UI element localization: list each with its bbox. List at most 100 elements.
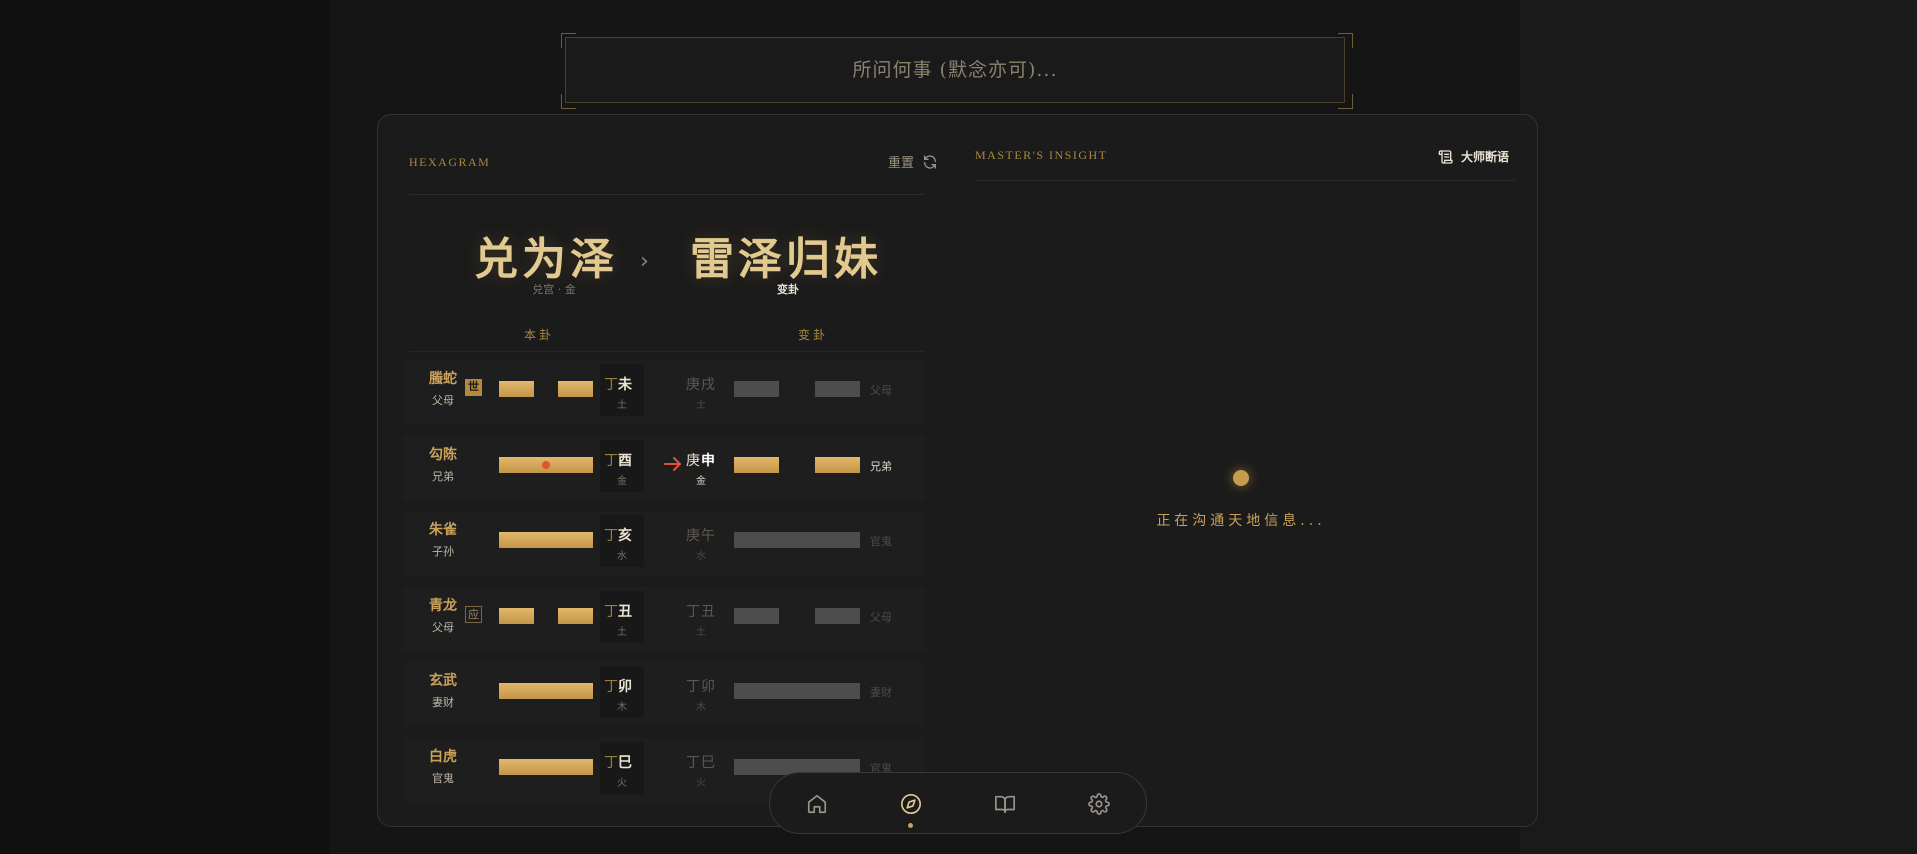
- changed-stem: 庚: [686, 452, 700, 469]
- five-element: 木: [617, 702, 627, 713]
- nav-settings[interactable]: [1085, 790, 1113, 818]
- nav-compass[interactable]: [897, 790, 925, 828]
- question-input[interactable]: [565, 37, 1345, 103]
- primary-yang-line: [499, 456, 593, 473]
- six-god-label: 青龙: [429, 597, 457, 614]
- home-icon: [807, 794, 827, 814]
- background-right: [1520, 0, 1917, 854]
- changed-element: 水: [696, 551, 706, 562]
- six-god-label: 朱雀: [429, 522, 457, 538]
- six-kin-label: 兄弟: [432, 469, 454, 483]
- heavenly-stem: 丁: [604, 754, 618, 771]
- six-kin-label: 子孙: [432, 545, 454, 558]
- insight-section-label: MASTER'S INSIGHT: [975, 148, 1108, 162]
- six-kin-label: 父母: [432, 620, 454, 634]
- changed-yang-line: [734, 683, 860, 699]
- changed-column-title: 变卦: [798, 328, 829, 342]
- changed-branch: 午: [701, 528, 715, 544]
- changed-kin-label: 妻财: [870, 686, 892, 699]
- changed-hexagram-label: 变卦: [777, 283, 799, 296]
- changed-yin-segment: [734, 607, 779, 624]
- ying-marker: 应: [465, 605, 482, 623]
- earthly-branch: 丑: [618, 603, 632, 620]
- heavenly-stem: 丁: [604, 603, 618, 620]
- arrow-right-icon: [663, 456, 683, 472]
- changed-kin-label: 父母: [870, 384, 892, 397]
- six-god-label: 玄武: [429, 673, 457, 689]
- hexagram-line-row: 勾陈 兄弟丁酉金庚申金兄弟: [404, 432, 924, 504]
- changed-yin-segment: [815, 456, 860, 473]
- changed-element: 木: [696, 702, 706, 713]
- najia-box: 丁丑土: [600, 590, 644, 643]
- heavenly-stem: 丁: [604, 679, 618, 695]
- changed-branch: 申: [701, 452, 715, 469]
- changed-yin-segment: [734, 381, 779, 397]
- hexagram-line-row: 螣蛇 父母世丁未土庚戌土父母: [404, 356, 924, 428]
- earthly-branch: 卯: [618, 679, 632, 695]
- primary-yang-line: [499, 758, 593, 775]
- changed-branch: 戌: [701, 377, 715, 393]
- primary-hexagram-palace: 兑宫 · 金: [532, 283, 576, 296]
- changed-kin-label: 官鬼: [870, 535, 892, 548]
- primary-yin-segment: [558, 381, 593, 397]
- six-god-label: 螣蛇: [429, 371, 457, 387]
- divider: [409, 194, 925, 195]
- reading-panel: HEXAGRAM 重置 兑为泽 兑宫 · 金 › 雷泽归妹 变卦 本卦 变卦 螣…: [377, 114, 1538, 827]
- six-god-label: 勾陈: [429, 446, 457, 463]
- loading-orb: [1233, 470, 1249, 486]
- book-icon: [995, 795, 1015, 814]
- scroll-icon: [1438, 149, 1453, 164]
- primary-column-title: 本卦: [524, 328, 555, 342]
- moving-line-marker: [542, 460, 550, 469]
- najia-box: 丁未土: [600, 364, 644, 416]
- najia-box: 丁巳火: [600, 741, 644, 794]
- bottom-nav: [769, 772, 1147, 834]
- gear-icon: [1088, 793, 1110, 815]
- background-left: [0, 0, 330, 854]
- five-element: 土: [617, 626, 627, 638]
- changed-element: 火: [696, 777, 706, 789]
- divider: [409, 351, 925, 352]
- earthly-branch: 未: [618, 377, 632, 393]
- primary-yang-line: [499, 532, 593, 548]
- master-insight-button[interactable]: 大师断语: [1438, 148, 1509, 165]
- master-insight-label: 大师断语: [1461, 150, 1510, 164]
- changed-hexagram-name: 雷泽归妹: [690, 234, 882, 285]
- question-box: [561, 33, 1353, 109]
- primary-hexagram-name: 兑为泽: [474, 234, 618, 285]
- nav-home[interactable]: [803, 790, 831, 818]
- changed-stem: 庚: [686, 377, 700, 393]
- divider: [975, 180, 1515, 181]
- shi-marker: 世: [465, 379, 482, 396]
- five-element: 金: [617, 475, 627, 487]
- primary-yang-line: [499, 683, 593, 699]
- five-element: 水: [617, 551, 627, 562]
- reset-button[interactable]: 重置: [888, 152, 938, 171]
- refresh-icon: [924, 154, 937, 169]
- changed-stem: 丁: [686, 679, 700, 695]
- hexagram-section-label: HEXAGRAM: [409, 155, 491, 169]
- najia-box: 丁酉金: [600, 439, 644, 492]
- changed-stem: 丁: [686, 603, 700, 620]
- five-element: 火: [617, 777, 627, 789]
- changed-kin-label: 父母: [870, 610, 892, 624]
- reset-label: 重置: [888, 156, 915, 171]
- six-god-label: 白虎: [429, 748, 457, 765]
- primary-yin-segment: [499, 381, 534, 397]
- changed-element: 土: [696, 626, 706, 638]
- primary-yin-segment: [499, 607, 534, 624]
- changed-branch: 卯: [701, 679, 715, 695]
- najia-box: 丁亥水: [600, 515, 644, 567]
- changed-branch: 巳: [701, 754, 715, 771]
- hexagram-line-row: 玄武 妻财丁卯木丁卯木妻财: [404, 658, 924, 730]
- hexagram-line-row: 青龙 父母应丁丑土丁丑土父母: [404, 583, 924, 655]
- hexagram-line-row: 朱雀 子孙丁亥水庚午水官鬼: [404, 507, 924, 579]
- changed-stem: 丁: [686, 754, 700, 771]
- heavenly-stem: 丁: [604, 528, 618, 544]
- changed-yin-segment: [734, 456, 779, 473]
- changed-yang-line: [734, 532, 860, 548]
- nav-book[interactable]: [991, 790, 1019, 818]
- six-kin-label: 妻财: [432, 696, 454, 709]
- changed-element: 金: [696, 475, 706, 487]
- earthly-branch: 酉: [618, 452, 632, 469]
